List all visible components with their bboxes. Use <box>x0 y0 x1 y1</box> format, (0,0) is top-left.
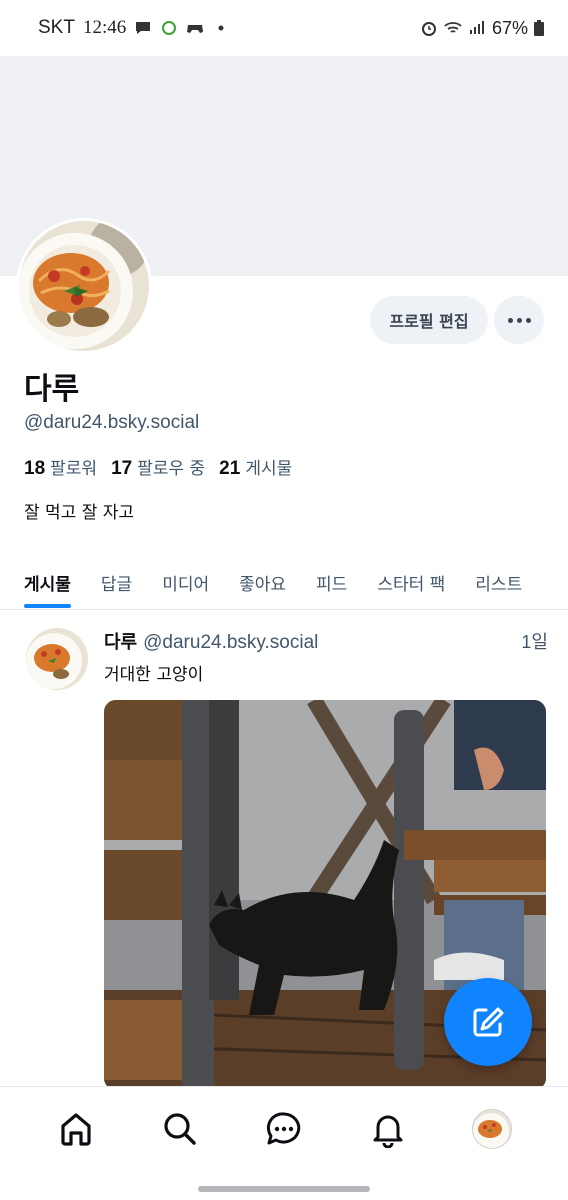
app-notification-icon <box>162 21 177 35</box>
profile-handle: @daru24.bsky.social <box>24 412 200 433</box>
post-author-name[interactable]: 다루 <box>104 628 137 654</box>
followers-stat[interactable]: 18 팔로워 <box>24 454 97 480</box>
home-icon <box>61 1112 91 1146</box>
nav-profile[interactable] <box>462 1099 522 1159</box>
battery-level: 67% <box>491 17 528 38</box>
tab-feeds[interactable]: 피드 <box>316 554 347 610</box>
compose-post-button[interactable] <box>444 978 532 1066</box>
followers-label: 팔로워 <box>50 459 98 479</box>
chat-icon <box>266 1111 301 1144</box>
nav-search[interactable] <box>150 1099 210 1159</box>
more-dot-icon <box>516 317 522 323</box>
search-icon <box>164 1112 196 1145</box>
dot-icon <box>218 25 224 31</box>
tab-lists[interactable]: 리스트 <box>475 554 522 610</box>
gesture-handle[interactable] <box>198 1186 370 1192</box>
status-left: SKT 12:46 <box>38 17 230 39</box>
tab-replies[interactable]: 답글 <box>101 554 132 610</box>
nav-notifications[interactable] <box>358 1099 418 1159</box>
gesture-area <box>0 1170 568 1200</box>
posts-stat: 21 게시물 <box>219 454 292 480</box>
following-count: 17 <box>111 458 133 479</box>
carrier-label: SKT <box>38 17 75 38</box>
more-dot-icon <box>525 317 531 323</box>
profile-stats: 18 팔로워 17 팔로우 중 21 게시물 <box>24 454 292 480</box>
posts-label: 게시물 <box>245 459 293 479</box>
alarm-icon <box>421 22 436 36</box>
clock: 12:46 <box>82 17 127 38</box>
more-dot-icon <box>507 317 513 323</box>
status-bar: SKT 12:46 67% <box>0 0 568 56</box>
profile-avatar[interactable] <box>16 218 152 354</box>
nav-chat[interactable] <box>254 1099 314 1159</box>
pasta-avatar-small-image <box>26 628 88 690</box>
edit-profile-button[interactable]: 프로필 편집 <box>370 296 488 344</box>
tab-starter-packs[interactable]: 스타터 팩 <box>377 554 445 610</box>
nav-profile-avatar <box>472 1108 512 1149</box>
status-right: 67% <box>420 18 544 39</box>
pasta-avatar-tiny-image <box>473 1109 511 1148</box>
bottom-navigation <box>0 1086 568 1170</box>
following-stat[interactable]: 17 팔로우 중 <box>111 454 205 480</box>
post-header: 다루 @daru24.bsky.social 1일 <box>104 628 548 654</box>
battery-icon <box>534 20 544 36</box>
posts-count: 21 <box>219 458 241 479</box>
tab-posts[interactable]: 게시물 <box>24 554 71 610</box>
wifi-icon <box>444 22 462 33</box>
more-options-button[interactable] <box>494 296 544 344</box>
profile-tabs: 게시물 답글 미디어 좋아요 피드 스타터 팩 리스트 <box>0 554 568 610</box>
pasta-avatar-image <box>19 221 149 351</box>
tab-likes[interactable]: 좋아요 <box>239 554 286 610</box>
signal-icon <box>469 21 484 34</box>
post-author-handle[interactable]: @daru24.bsky.social <box>143 632 318 654</box>
profile-display-name: 다루 <box>24 372 80 407</box>
followers-count: 18 <box>24 458 46 479</box>
bell-icon <box>373 1115 403 1148</box>
post-timestamp[interactable]: 1일 <box>521 628 548 654</box>
post-author-avatar[interactable] <box>26 628 88 690</box>
game-controller-icon <box>187 25 204 33</box>
post-text: 거대한 고양이 <box>104 665 204 685</box>
message-icon <box>136 22 151 34</box>
nav-home[interactable] <box>46 1099 106 1159</box>
following-label: 팔로우 중 <box>137 459 206 479</box>
profile-bio: 잘 먹고 잘 자고 <box>24 503 135 523</box>
tab-media[interactable]: 미디어 <box>162 554 209 610</box>
compose-icon <box>473 1007 504 1037</box>
